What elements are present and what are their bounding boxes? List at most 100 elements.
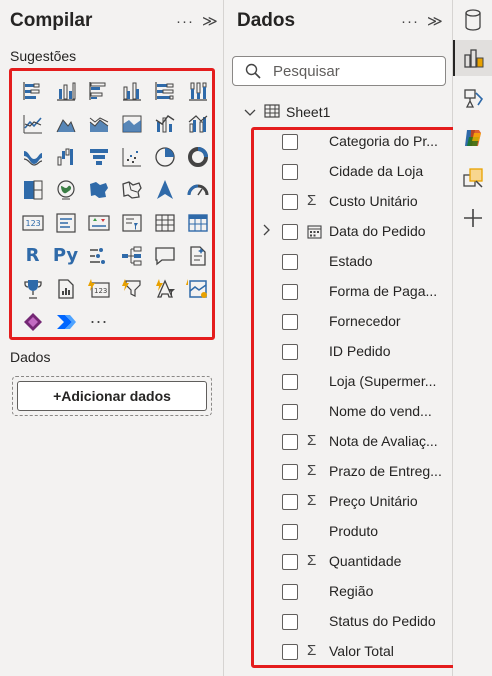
field-checkbox[interactable] — [282, 254, 298, 270]
line-stacked-column-icon[interactable] — [148, 107, 181, 140]
field-item[interactable]: Σ Quantidade — [255, 547, 455, 577]
pie-chart-icon[interactable] — [148, 140, 181, 173]
stacked-bar-chart-icon[interactable] — [16, 74, 49, 107]
power-automate-icon[interactable] — [49, 305, 82, 338]
field-item[interactable]: Fornecedor — [255, 307, 455, 337]
treemap-icon[interactable] — [16, 173, 49, 206]
decomposition-tree-icon[interactable] — [115, 239, 148, 272]
search-input[interactable] — [271, 61, 441, 81]
slicer-icon[interactable] — [115, 206, 148, 239]
key-influencers-icon[interactable] — [82, 239, 115, 272]
field-checkbox[interactable] — [282, 134, 298, 150]
field-list: Categoria do Pr... Cidade da Loja Σ Custo U… — [255, 127, 455, 667]
power-automate-filter-icon[interactable] — [148, 272, 181, 305]
kpi-icon[interactable] — [82, 206, 115, 239]
field-checkbox[interactable] — [282, 554, 298, 570]
matrix-icon[interactable] — [181, 206, 214, 239]
scatter-chart-icon[interactable] — [115, 140, 148, 173]
field-checkbox[interactable] — [282, 314, 298, 330]
clustered-bar-chart-icon[interactable] — [82, 74, 115, 107]
r-script-visual-icon[interactable]: R — [16, 239, 49, 272]
ribbon-chart-icon[interactable] — [16, 140, 49, 173]
more-options-icon[interactable]: ··· — [401, 13, 419, 30]
collapse-icon[interactable]: ≫ — [427, 13, 444, 30]
field-checkbox[interactable] — [282, 464, 298, 480]
clustered-column-chart-icon[interactable] — [115, 74, 148, 107]
field-checkbox[interactable] — [282, 524, 298, 540]
field-checkbox[interactable] — [282, 224, 298, 240]
field-item[interactable]: Produto — [255, 517, 455, 547]
field-checkbox[interactable] — [282, 194, 298, 210]
format-paintbrush-icon[interactable] — [453, 80, 492, 116]
field-checkbox[interactable] — [282, 584, 298, 600]
trophy-goals-icon[interactable] — [16, 272, 49, 305]
multi-row-card-icon[interactable] — [49, 206, 82, 239]
field-item[interactable]: Categoria do Pr... — [255, 127, 455, 157]
line-clustered-column-icon[interactable] — [181, 107, 214, 140]
100-stacked-bar-icon[interactable] — [148, 74, 181, 107]
data-model-icon[interactable] — [453, 2, 492, 38]
field-item[interactable]: Nome do vend... — [255, 397, 455, 427]
field-checkbox[interactable] — [282, 644, 298, 660]
python-visual-icon[interactable]: Py — [49, 239, 82, 272]
field-item[interactable]: Loja (Supermer... — [255, 367, 455, 397]
field-checkbox[interactable] — [282, 404, 298, 420]
chevron-right-icon[interactable] — [263, 224, 271, 239]
build-pane: Compilar ··· ≫ Sugestões 123 R Py 123 ··… — [0, 0, 224, 676]
map-globe-icon[interactable] — [49, 173, 82, 206]
area-chart-icon[interactable] — [49, 107, 82, 140]
field-item[interactable]: ID Pedido — [255, 337, 455, 367]
smart-narrative-icon[interactable] — [181, 239, 214, 272]
line-chart-icon[interactable] — [16, 107, 49, 140]
arcgis-map-icon[interactable] — [181, 272, 214, 305]
power-apps-icon[interactable] — [16, 305, 49, 338]
field-checkbox[interactable] — [282, 494, 298, 510]
azure-map-icon[interactable] — [148, 173, 181, 206]
donut-chart-icon[interactable] — [181, 140, 214, 173]
shape-map-icon[interactable] — [115, 173, 148, 206]
field-checkbox[interactable] — [282, 614, 298, 630]
card-icon[interactable]: 123 — [16, 206, 49, 239]
field-item[interactable]: Forma de Paga... — [255, 277, 455, 307]
field-checkbox[interactable] — [282, 284, 298, 300]
stacked-column-chart-icon[interactable] — [49, 74, 82, 107]
100-stacked-area-icon[interactable] — [115, 107, 148, 140]
funnel-chart-icon[interactable] — [82, 140, 115, 173]
gauge-icon[interactable] — [181, 173, 214, 206]
power-automate-slicer-icon[interactable] — [115, 272, 148, 305]
100-stacked-column-icon[interactable] — [181, 74, 214, 107]
field-item[interactable]: Σ Preço Unitário — [255, 487, 455, 517]
field-item[interactable]: Estado — [255, 247, 455, 277]
add-pane-icon[interactable] — [453, 200, 492, 236]
field-name: Cidade da Loja — [329, 163, 424, 179]
qna-visual-icon[interactable] — [148, 239, 181, 272]
table-visual-icon[interactable] — [148, 206, 181, 239]
build-visual-icon[interactable] — [453, 40, 492, 76]
table-node-sheet1[interactable]: Sheet1 — [240, 100, 450, 124]
field-item[interactable]: Σ Prazo de Entreg... — [255, 457, 455, 487]
field-item[interactable]: Status do Pedido — [255, 607, 455, 637]
paginated-report-icon[interactable] — [49, 272, 82, 305]
copilot-icon[interactable] — [453, 120, 492, 156]
power-apps-card-icon[interactable]: 123 — [82, 272, 115, 305]
field-item[interactable]: Data do Pedido — [255, 217, 455, 247]
field-item[interactable]: Σ Valor Total — [255, 637, 455, 667]
waterfall-chart-icon[interactable] — [49, 140, 82, 173]
more-options-icon[interactable]: ··· — [176, 13, 194, 30]
field-item[interactable]: Σ Custo Unitário — [255, 187, 455, 217]
field-checkbox[interactable] — [282, 434, 298, 450]
field-checkbox[interactable] — [282, 344, 298, 360]
insert-element-icon[interactable] — [453, 160, 492, 196]
field-name: Preço Unitário — [329, 493, 418, 509]
field-item[interactable]: Σ Nota de Avaliaç... — [255, 427, 455, 457]
more-visuals-button[interactable]: ··· — [82, 305, 115, 338]
field-item[interactable]: Região — [255, 577, 455, 607]
stacked-area-chart-icon[interactable] — [82, 107, 115, 140]
chevron-down-icon[interactable] — [244, 104, 256, 120]
collapse-icon[interactable]: ≫ — [202, 13, 219, 30]
field-item[interactable]: Cidade da Loja — [255, 157, 455, 187]
field-checkbox[interactable] — [282, 164, 298, 180]
filled-map-icon[interactable] — [82, 173, 115, 206]
add-data-button[interactable]: +Adicionar dados — [17, 381, 207, 411]
field-checkbox[interactable] — [282, 374, 298, 390]
